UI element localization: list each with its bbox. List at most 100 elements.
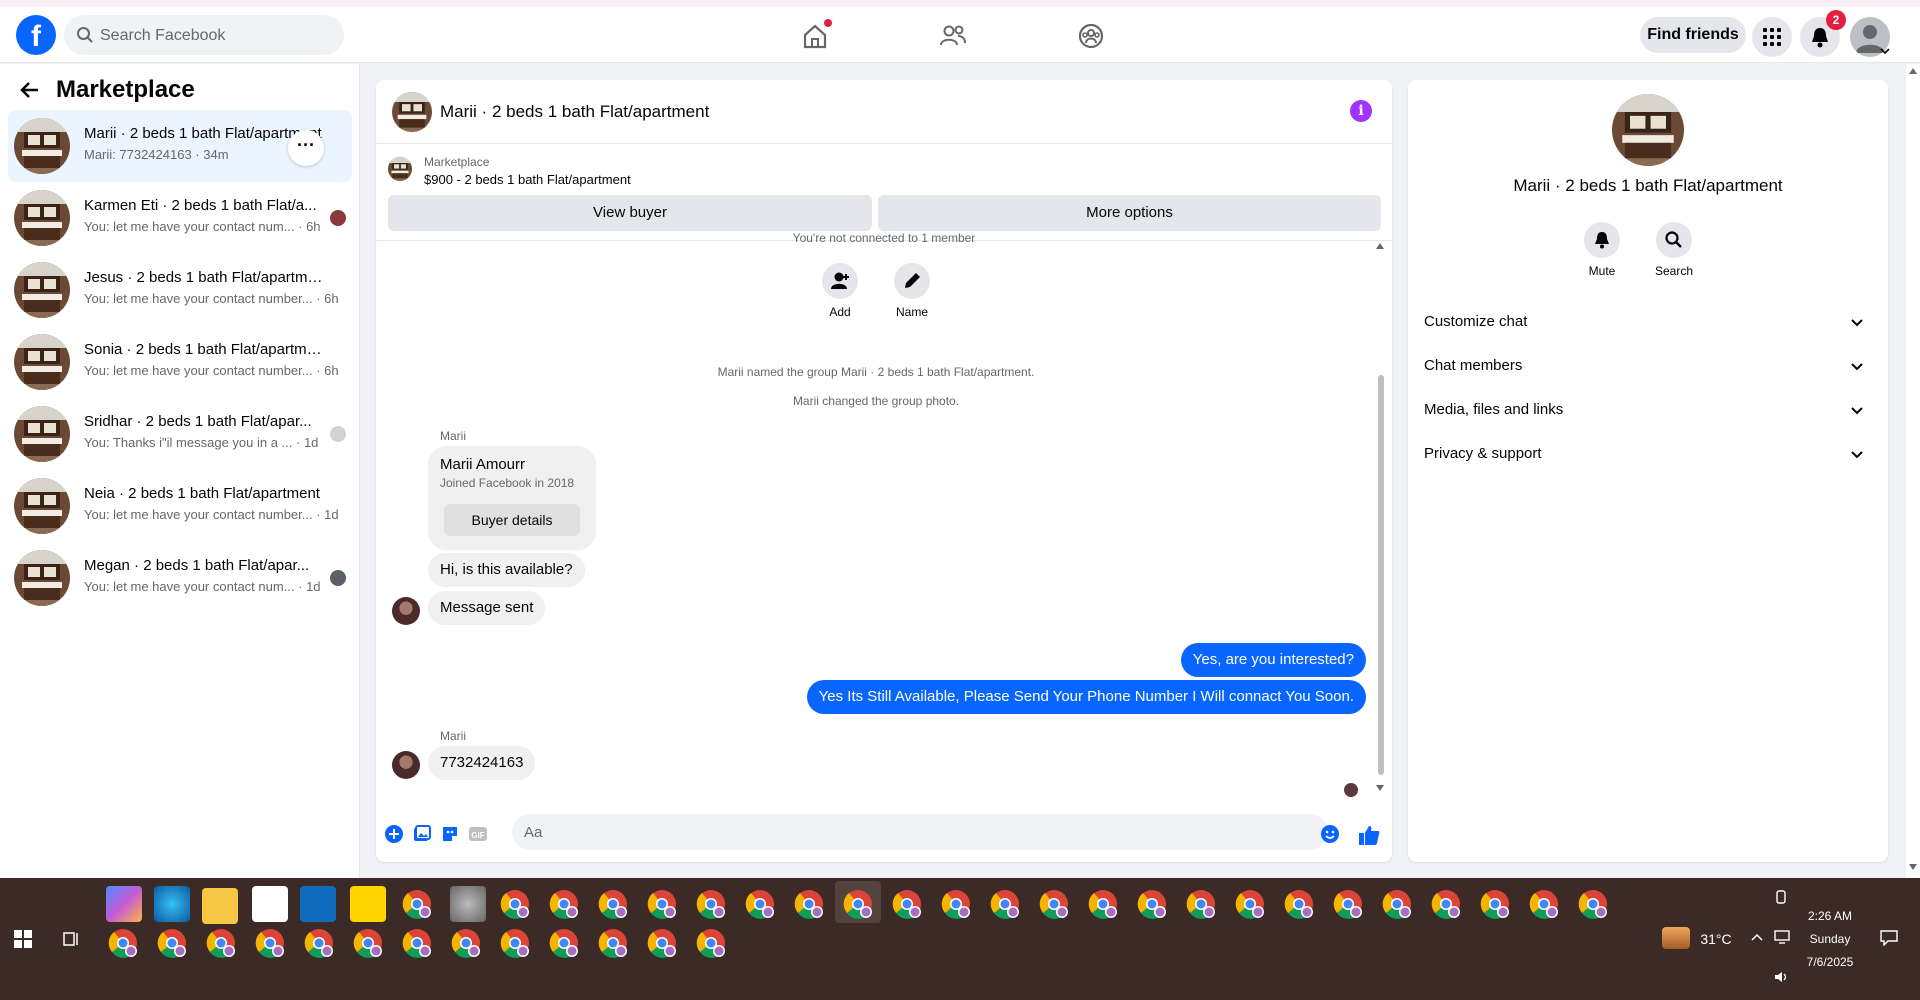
outlook-icon[interactable] [300,886,336,922]
search-action[interactable]: Search [1644,222,1704,278]
chrome-profile-icon[interactable] [500,928,530,958]
chrome-profile-icon[interactable] [1480,889,1510,919]
windows-start-icon[interactable] [14,930,32,948]
chrome-profile-icon[interactable] [1333,889,1363,919]
conversation-item[interactable]: Marii · 2 beds 1 bath Flat/apartment Mar… [8,110,352,182]
message-input[interactable] [512,814,1328,850]
weather-icon[interactable] [1662,927,1690,949]
chevron-down-icon[interactable] [1880,47,1890,55]
back-arrow-icon[interactable] [18,78,42,102]
network-icon[interactable] [1774,930,1790,944]
gif-icon[interactable]: GIF [468,824,488,844]
menu-grid-button[interactable] [1752,17,1792,57]
scroll-down-icon[interactable] [1909,864,1917,870]
chrome-profile-icon[interactable] [402,889,432,919]
sender-avatar[interactable] [392,751,420,779]
thread-scrollbar[interactable] [1375,241,1385,793]
like-thumb-icon[interactable] [1358,824,1380,846]
device-icon[interactable] [1774,890,1788,904]
scroll-up-icon[interactable] [1376,243,1384,249]
chrome-profile-icon[interactable] [549,928,579,958]
sender-avatar[interactable] [392,597,420,625]
plus-circle-icon[interactable] [384,824,404,844]
chrome-profile-icon[interactable] [1235,889,1265,919]
chrome-profile-icon[interactable] [157,928,187,958]
chrome-profile-icon[interactable] [206,928,236,958]
chat-title[interactable]: Marii · 2 beds 1 bath Flat/apartment [440,102,709,122]
listing-price-title[interactable]: $900 - 2 beds 1 bath Flat/apartment [424,172,631,187]
chrome-profile-icon[interactable] [647,928,677,958]
chat-thumbnail[interactable] [392,92,432,132]
clock-day[interactable]: Sunday [1800,932,1860,946]
chrome-profile-icon[interactable] [1529,889,1559,919]
sticker-icon[interactable] [440,824,460,844]
sticky-notes-icon[interactable] [350,886,386,922]
conversation-more-button[interactable]: ··· [288,130,324,166]
chrome-profile-icon[interactable] [402,928,432,958]
chrome-profile-icon[interactable] [598,928,628,958]
chrome-profile-icon[interactable] [1137,889,1167,919]
conversation-item[interactable]: Karmen Eti · 2 beds 1 bath Flat/a... You… [8,182,352,254]
chat-members-row[interactable]: Chat members [1424,348,1872,384]
conversation-item[interactable]: Sridhar · 2 beds 1 bath Flat/apar... You… [8,398,352,470]
conversation-item[interactable]: Jesus · 2 beds 1 bath Flat/apartment You… [8,254,352,326]
group-photo[interactable] [1612,94,1684,166]
task-view-icon[interactable] [62,930,80,948]
page-scrollbar[interactable] [1906,64,1920,878]
chrome-profile-icon[interactable] [990,889,1020,919]
chrome-profile-icon[interactable] [549,889,579,919]
chrome-profile-icon[interactable] [647,889,677,919]
chrome-profile-icon[interactable] [745,889,775,919]
thread-scroll-thumb[interactable] [1378,375,1384,775]
photo-icon[interactable] [412,824,432,844]
chrome-profile-icon[interactable] [696,928,726,958]
store-icon[interactable] [252,886,288,922]
chrome-profile-icon[interactable] [794,889,824,919]
clock-time[interactable]: 2:26 AM [1800,909,1860,923]
chrome-profile-icon[interactable] [451,928,481,958]
conversation-item[interactable]: Neia · 2 beds 1 bath Flat/apartment You:… [8,470,352,542]
notification-center-icon[interactable] [1880,930,1898,946]
chrome-profile-icon-active[interactable] [843,889,873,919]
volume-icon[interactable] [1774,970,1790,984]
edge-icon[interactable] [154,886,190,922]
name-group-action[interactable]: Name [877,263,947,319]
privacy-support-row[interactable]: Privacy & support [1424,436,1872,472]
chrome-profile-icon[interactable] [255,928,285,958]
facebook-logo-icon[interactable]: f [16,15,56,55]
mute-action[interactable]: Mute [1572,222,1632,278]
copilot-icon[interactable] [106,886,142,922]
find-friends-button[interactable]: Find friends [1640,17,1746,53]
chrome-profile-icon[interactable] [1284,889,1314,919]
more-options-button[interactable]: More options [878,195,1381,231]
chrome-profile-icon[interactable] [1431,889,1461,919]
chrome-icon[interactable] [500,889,530,919]
buyer-details-button[interactable]: Buyer details [444,504,580,536]
chrome-profile-icon[interactable] [304,928,334,958]
chrome-profile-icon[interactable] [1382,889,1412,919]
chrome-profile-icon[interactable] [941,889,971,919]
info-icon[interactable]: i [1350,100,1372,122]
scroll-up-icon[interactable] [1909,68,1917,74]
chrome-profile-icon[interactable] [108,928,138,958]
conversation-item[interactable]: Megan · 2 beds 1 bath Flat/apar... You: … [8,542,352,614]
chrome-profile-icon[interactable] [892,889,922,919]
app-icon[interactable] [450,886,486,922]
groups-icon[interactable] [1076,21,1106,51]
chrome-profile-icon[interactable] [1186,889,1216,919]
chrome-profile-icon[interactable] [696,889,726,919]
show-hidden-icons[interactable] [1751,932,1763,942]
clock-date[interactable]: 7/6/2025 [1800,955,1860,969]
chrome-profile-icon[interactable] [1578,889,1608,919]
scroll-down-icon[interactable] [1376,785,1384,791]
chrome-profile-icon[interactable] [1088,889,1118,919]
friends-icon[interactable] [938,21,968,51]
chrome-profile-icon[interactable] [1039,889,1069,919]
weather-temp[interactable]: 31°C [1694,931,1738,947]
customize-chat-row[interactable]: Customize chat [1424,304,1872,340]
emoji-icon[interactable] [1320,824,1340,844]
file-explorer-icon[interactable] [202,888,238,924]
view-buyer-button[interactable]: View buyer [388,195,872,231]
add-member-action[interactable]: Add [805,263,875,319]
chrome-profile-icon[interactable] [598,889,628,919]
